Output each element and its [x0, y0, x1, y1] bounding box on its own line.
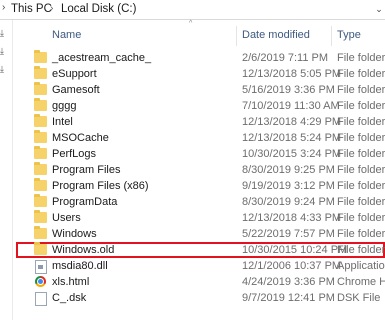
column-header-date[interactable]: Date modified — [242, 29, 310, 41]
file-type: File folder — [337, 84, 385, 96]
file-date-modified: 8/30/2019 9:24 PM — [242, 196, 335, 208]
folder-icon — [34, 130, 47, 143]
file-name: Windows — [52, 228, 97, 240]
file-row[interactable]: eSupport 12/13/2018 5:05 PM File folder — [16, 66, 385, 82]
file-type: File folder — [337, 100, 385, 112]
file-row[interactable]: PerfLogs 10/30/2015 3:24 PM File folder — [16, 146, 385, 162]
folder-icon — [34, 82, 47, 95]
file-name: Gamesoft — [52, 84, 100, 96]
folder-icon — [34, 242, 47, 255]
folder-icon — [34, 194, 47, 207]
column-header-type[interactable]: Type — [337, 29, 361, 41]
breadcrumb-local-disk[interactable]: Local Disk (C:) — [61, 3, 136, 15]
address-bar[interactable]: › This PC › Local Disk (C:) ⌄ — [0, 0, 385, 20]
file-type: DSK File — [337, 292, 381, 304]
file-row[interactable]: xls.html 4/24/2019 3:36 PMChrome HT — [16, 274, 385, 290]
file-type: File folder — [337, 180, 385, 192]
folder-icon — [34, 146, 47, 159]
file-type: File folder — [337, 148, 385, 160]
file-row[interactable]: Program Files (x86) 9/19/2019 3:12 PM File… — [16, 178, 385, 194]
file-list: _acestream_cache_ 2/6/2019 7:11 PM File fo… — [16, 50, 385, 306]
file-row[interactable]: Windows.old 10/30/2015 10:24 PM File folde… — [16, 242, 385, 258]
folder-icon — [34, 98, 47, 111]
file-row[interactable]: C_.dsk 9/7/2019 12:41 PM DSK File — [16, 290, 385, 306]
column-header-row: ^ Name Date modified Type — [16, 20, 385, 48]
file-icon — [35, 292, 47, 306]
file-row[interactable]: msdia80.dll 12/1/2006 10:37 PMApplication — [16, 258, 385, 274]
file-name: Users — [52, 212, 81, 224]
file-name: Program Files (x86) — [52, 180, 149, 192]
dll-file-icon — [35, 260, 47, 274]
file-name: PerfLogs — [52, 148, 97, 160]
file-row[interactable]: Users 12/13/2018 4:33 PM File folder — [16, 210, 385, 226]
file-date-modified: 5/22/2019 7:57 PM — [242, 228, 335, 240]
file-row[interactable]: ProgramData 8/30/2019 9:24 PM File folder — [16, 194, 385, 210]
file-name: C_.dsk — [52, 292, 87, 304]
nav-pin-icon: ⤓ — [0, 64, 4, 74]
file-type: Application — [337, 260, 385, 272]
file-type: File folder — [337, 68, 385, 80]
file-date-modified: 8/30/2019 9:25 PM — [242, 164, 335, 176]
folder-icon — [34, 162, 47, 175]
file-type: File folder — [337, 244, 385, 256]
folder-icon — [34, 178, 47, 191]
file-row[interactable]: Intel 12/13/2018 4:29 PM File folder — [16, 114, 385, 130]
address-dropdown-chevron-icon[interactable]: ⌄ — [373, 1, 385, 18]
file-name: Windows.old — [52, 244, 115, 256]
file-name: Intel — [52, 116, 73, 128]
nav-pin-icon: ⤓ — [0, 46, 4, 56]
file-name: xls.html — [52, 276, 90, 288]
file-type: Chrome HT — [337, 276, 385, 288]
folder-icon — [34, 66, 47, 79]
column-divider[interactable] — [236, 26, 237, 46]
navigation-pane-edge: ⤓ ⤓ ⤓ — [0, 20, 13, 320]
sort-ascending-icon: ^ — [189, 20, 193, 27]
chevron-right-icon: › — [2, 2, 6, 13]
folder-icon — [34, 114, 47, 127]
file-type: File folder — [337, 212, 385, 224]
file-date-modified: 12/13/2018 5:05 PM — [242, 68, 342, 80]
breadcrumb-this-pc[interactable]: This PC — [11, 3, 52, 15]
file-type: File folder — [337, 196, 385, 208]
file-row[interactable]: Windows 5/22/2019 7:57 PM File folder — [16, 226, 385, 242]
column-divider[interactable] — [331, 26, 332, 46]
breadcrumb-separator-icon[interactable]: › — [50, 3, 53, 14]
file-row[interactable]: MSOCache 12/13/2018 5:24 PM File folder — [16, 130, 385, 146]
file-type: File folder — [337, 132, 385, 144]
chrome-icon — [35, 276, 46, 287]
file-date-modified: 12/13/2018 4:29 PM — [242, 116, 342, 128]
file-name: Program Files — [52, 164, 121, 176]
file-row[interactable]: Program Files 8/30/2019 9:25 PM File folde… — [16, 162, 385, 178]
file-name: eSupport — [52, 68, 97, 80]
folder-icon — [34, 226, 47, 239]
file-date-modified: 10/30/2015 10:24 PM — [242, 244, 348, 256]
file-date-modified: 2/6/2019 7:11 PM — [242, 52, 329, 64]
file-type: File folder — [337, 116, 385, 128]
file-date-modified: 10/30/2015 3:24 PM — [242, 148, 342, 160]
file-date-modified: 9/7/2019 12:41 PM — [242, 292, 335, 304]
file-row[interactable]: gggg 7/10/2019 11:30 AM File folder — [16, 98, 385, 114]
file-type: File folder — [337, 52, 385, 64]
file-name: _acestream_cache_ — [52, 52, 152, 64]
file-date-modified: 7/10/2019 11:30 AM — [242, 100, 340, 112]
file-name: MSOCache — [52, 132, 109, 144]
file-date-modified: 9/19/2019 3:12 PM — [242, 180, 335, 192]
file-type: File folder — [337, 228, 385, 240]
file-name: ProgramData — [52, 196, 118, 208]
file-date-modified: 4/24/2019 3:36 PM — [242, 276, 335, 288]
folder-icon — [34, 210, 47, 223]
file-name: msdia80.dll — [52, 260, 108, 272]
file-date-modified: 12/13/2018 4:33 PM — [242, 212, 342, 224]
file-row[interactable]: _acestream_cache_ 2/6/2019 7:11 PM File fo… — [16, 50, 385, 66]
file-name: gggg — [52, 100, 77, 112]
file-row[interactable]: Gamesoft 5/16/2019 3:36 PM File folder — [16, 82, 385, 98]
file-date-modified: 12/13/2018 5:24 PM — [242, 132, 342, 144]
file-date-modified: 5/16/2019 3:36 PM — [242, 84, 335, 96]
file-date-modified: 12/1/2006 10:37 PM — [242, 260, 342, 272]
folder-icon — [34, 50, 47, 63]
file-type: File folder — [337, 164, 385, 176]
column-header-name[interactable]: Name — [52, 29, 81, 41]
nav-pin-icon: ⤓ — [0, 28, 4, 38]
